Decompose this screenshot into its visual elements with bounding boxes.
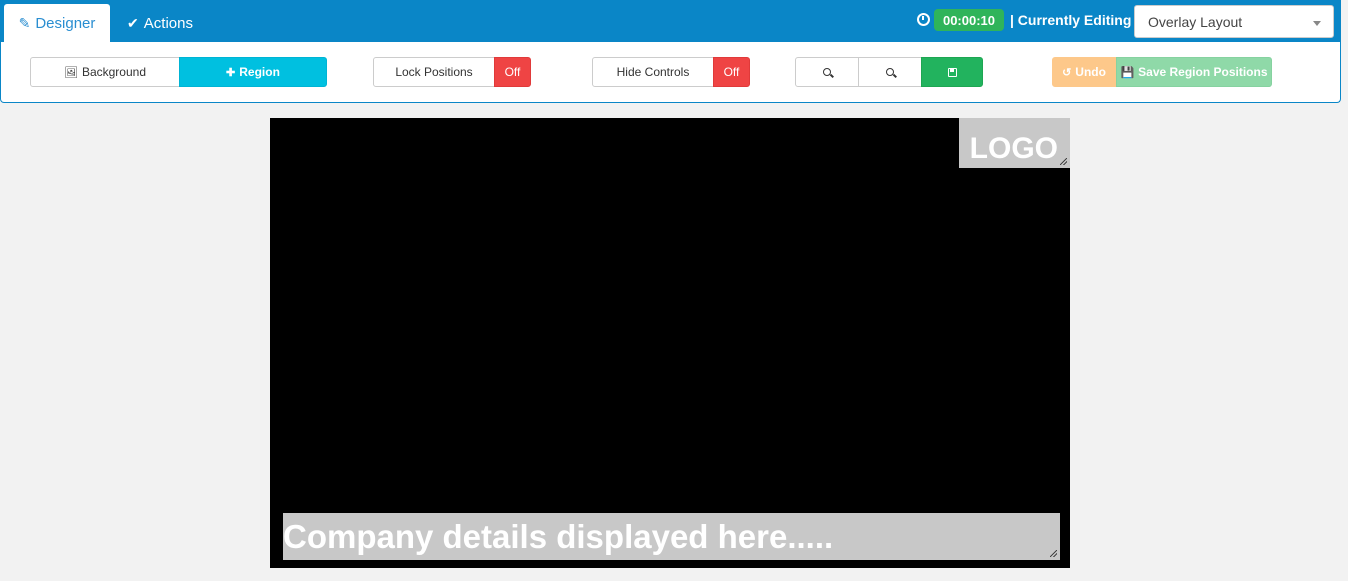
clock-icon xyxy=(917,13,930,26)
zoom-in-icon xyxy=(886,68,894,76)
tab-designer[interactable]: ✎ Designer xyxy=(4,4,110,42)
lock-positions-toggle[interactable]: Off xyxy=(494,57,531,87)
logo-region-text: LOGO xyxy=(969,132,1058,165)
save-region-positions-label: Save Region Positions xyxy=(1138,65,1268,79)
currently-editing-label: | Currently Editing xyxy=(1010,12,1132,28)
undo-icon: ↺ xyxy=(1062,66,1072,79)
hide-controls-state: Off xyxy=(723,65,740,79)
tab-actions[interactable]: ✔ Actions xyxy=(112,4,208,42)
save-region-positions-button[interactable]: 💾 Save Region Positions xyxy=(1116,57,1272,87)
save-icon xyxy=(947,67,957,77)
company-details-region[interactable]: Company details displayed here..... xyxy=(283,513,1060,560)
hide-controls-toggle[interactable]: Off xyxy=(713,57,750,87)
top-bar: ✎ Designer ✔ Actions 00:00:10 | Currentl… xyxy=(0,0,1341,42)
add-region-button[interactable]: ✚ Region xyxy=(179,57,327,87)
designer-toolbar: 🖼 Background ✚ Region Lock Positions Off… xyxy=(0,42,1341,103)
zoom-out-button[interactable] xyxy=(795,57,859,87)
layout-select[interactable]: Overlay Layout xyxy=(1134,5,1334,38)
logo-region[interactable]: LOGO xyxy=(959,118,1070,168)
add-region-button-label: Region xyxy=(239,65,280,79)
resize-handle-icon[interactable] xyxy=(1050,550,1057,557)
resize-handle-icon[interactable] xyxy=(1060,158,1067,165)
timer-badge: 00:00:10 xyxy=(934,9,1004,31)
tab-designer-label: Designer xyxy=(35,14,96,32)
zoom-in-button[interactable] xyxy=(858,57,922,87)
plus-icon: ✚ xyxy=(226,66,236,79)
hide-controls-label: Hide Controls xyxy=(616,65,690,79)
chevron-down-icon xyxy=(1313,21,1321,26)
undo-button[interactable]: ↺ Undo xyxy=(1052,57,1116,87)
lock-positions-state: Off xyxy=(504,65,521,79)
save-button[interactable] xyxy=(921,57,983,87)
hide-controls-button[interactable]: Hide Controls xyxy=(592,57,714,87)
check-icon: ✔ xyxy=(127,14,139,31)
layout-canvas[interactable]: LOGO Company details displayed here..... xyxy=(270,118,1070,568)
background-button[interactable]: 🖼 Background xyxy=(30,57,180,87)
background-button-label: Background xyxy=(81,65,146,79)
tab-actions-label: Actions xyxy=(143,14,193,32)
company-details-text: Company details displayed here..... xyxy=(283,517,834,555)
edit-icon: ✎ xyxy=(18,14,31,31)
save-icon: 💾 xyxy=(1120,66,1135,79)
zoom-out-icon xyxy=(823,68,831,76)
lock-positions-button[interactable]: Lock Positions xyxy=(373,57,495,87)
image-icon: 🖼 xyxy=(63,66,78,79)
lock-positions-label: Lock Positions xyxy=(395,65,473,79)
undo-button-label: Undo xyxy=(1075,65,1106,79)
layout-select-value: Overlay Layout xyxy=(1148,13,1243,30)
